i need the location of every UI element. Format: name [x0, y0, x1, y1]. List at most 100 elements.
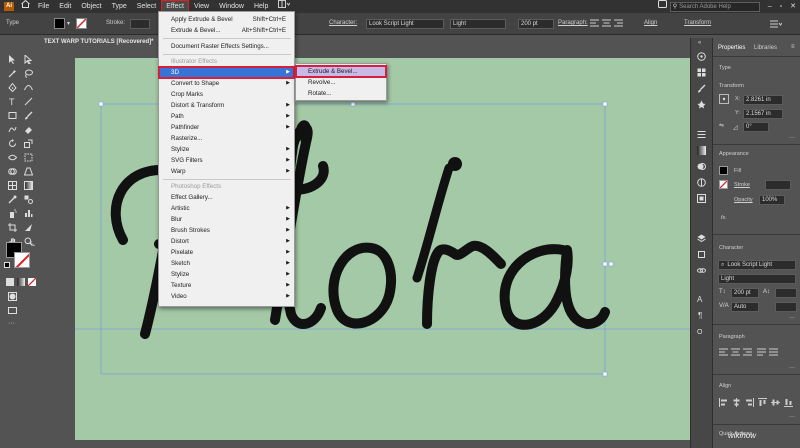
stroke-appearance-swatch[interactable] [719, 180, 728, 189]
paragraph-label[interactable]: Paragraph: [558, 20, 588, 26]
eraser-tool-icon[interactable] [24, 125, 33, 134]
stroke-color-swatch[interactable] [14, 252, 30, 268]
perspective-grid-tool-icon[interactable] [24, 167, 33, 176]
flip-horizontal-icon[interactable]: ⇋ [719, 122, 724, 129]
menu-item-brush-strokes[interactable]: Brush Strokes ▶ [159, 225, 294, 236]
opacity-label[interactable]: Opacity [734, 197, 753, 203]
more-align-options-icon[interactable]: ··· [789, 414, 795, 420]
align-center-icon[interactable] [602, 19, 611, 28]
close-button[interactable]: ✕ [786, 0, 800, 13]
paintbrush-tool-icon[interactable] [24, 111, 33, 120]
tab-properties[interactable]: Properties [718, 45, 745, 51]
stroke-label[interactable]: Stroke [734, 182, 750, 188]
paragraph-align-left-icon[interactable] [719, 348, 728, 357]
paragraph-justify-icon[interactable] [757, 348, 766, 357]
magic-wand-tool-icon[interactable] [8, 69, 17, 78]
menu-item-blur[interactable]: Blur ▶ [159, 214, 294, 225]
layers-panel-icon[interactable] [697, 234, 706, 243]
menu-item-video[interactable]: Video ▶ [159, 291, 294, 302]
menu-item-convert-to-shape[interactable]: Convert to Shape ▶ [159, 78, 294, 89]
paragraph-panel-icon[interactable]: ¶ [697, 310, 706, 320]
menu-select[interactable]: Select [132, 0, 161, 13]
blend-tool-icon[interactable] [24, 195, 33, 204]
menu-object[interactable]: Object [76, 0, 106, 13]
more-paragraph-options-icon[interactable]: ··· [789, 365, 795, 371]
swatches-panel-icon[interactable] [697, 68, 706, 77]
tracking-input[interactable] [775, 302, 797, 312]
symbols-panel-icon[interactable] [697, 100, 706, 109]
submenu-item-revolve[interactable]: Revolve... [296, 77, 386, 88]
menu-item-sketch[interactable]: Sketch ▶ [159, 258, 294, 269]
menu-item-pathfinder[interactable]: Pathfinder ▶ [159, 122, 294, 133]
curvature-tool-icon[interactable] [24, 83, 33, 92]
font-size-field[interactable]: 200 pt [518, 19, 554, 29]
menu-home-icon[interactable] [18, 0, 33, 13]
font-family-field[interactable]: Look Script Light [366, 19, 444, 29]
type-tool-icon[interactable]: T [8, 97, 17, 106]
rotation-field[interactable]: 0° [743, 122, 769, 132]
more-options-icon[interactable]: ··· [789, 135, 795, 141]
gradient-panel-icon[interactable] [697, 146, 706, 155]
menu-item-path[interactable]: Path ▶ [159, 111, 294, 122]
menu-item-extrude-bevel[interactable]: Extrude & Bevel... Alt+Shift+Ctrl+E [159, 25, 294, 36]
menu-item-document-raster-effects-settings[interactable]: Document Raster Effects Settings... [159, 41, 294, 52]
menu-item-distort-transform[interactable]: Distort & Transform ▶ [159, 100, 294, 111]
share-icon[interactable] [655, 0, 670, 13]
screen-mode-icon[interactable] [8, 306, 17, 315]
character-panel-icon[interactable]: A [697, 294, 706, 304]
font-style-field[interactable]: Light [450, 19, 506, 29]
menu-item-pixelate[interactable]: Pixelate ▶ [159, 247, 294, 258]
collapse-panels-icon[interactable]: « [698, 40, 701, 46]
panel-menu-icon[interactable]: ≡ [791, 44, 795, 50]
fill-dropdown-icon[interactable]: ▾ [67, 20, 70, 27]
default-colors-icon[interactable] [4, 262, 10, 268]
column-graph-tool-icon[interactable] [24, 209, 33, 218]
fill-appearance-swatch[interactable] [719, 166, 728, 175]
x-position-field[interactable]: 2.8261 in [743, 95, 783, 105]
rotate-tool-icon[interactable] [8, 139, 17, 148]
edit-toolbar-icon[interactable]: ··· [8, 320, 15, 327]
menu-item-3d[interactable]: 3D ▶ [158, 66, 295, 79]
paragraph-align-right-icon[interactable] [743, 348, 752, 357]
none-mode-icon[interactable] [28, 278, 36, 286]
align-objects-icons[interactable] [719, 398, 797, 407]
menu-item-crop-marks[interactable]: Crop Marks [159, 89, 294, 100]
mesh-tool-icon[interactable] [8, 181, 17, 190]
menu-item-texture[interactable]: Texture ▶ [159, 280, 294, 291]
menu-item-rasterize[interactable]: Rasterize... [159, 133, 294, 144]
symbol-sprayer-tool-icon[interactable] [8, 209, 17, 218]
character-label[interactable]: Character: [329, 20, 357, 26]
width-tool-icon[interactable] [8, 153, 17, 162]
stroke-weight-field[interactable] [130, 19, 150, 29]
search-input[interactable]: ⚲ Search Adobe Help [669, 1, 760, 12]
artboards-panel-icon[interactable] [697, 250, 706, 259]
links-panel-icon[interactable] [697, 266, 706, 275]
scale-tool-icon[interactable] [24, 139, 33, 148]
menu-item-apply-extrude-bevel[interactable]: Apply Extrude & Bevel Shift+Ctrl+E [159, 14, 294, 25]
minimize-button[interactable]: – [764, 0, 776, 13]
fill-swatch[interactable] [54, 18, 65, 29]
maximize-button[interactable]: ▫ [776, 0, 786, 13]
menu-item-stylize[interactable]: Stylize ▶ [159, 144, 294, 155]
align-right-icon[interactable] [614, 19, 623, 28]
menu-item-distort[interactable]: Distort ▶ [159, 236, 294, 247]
draw-mode-icon[interactable] [8, 292, 17, 301]
appearance-panel-icon[interactable] [697, 178, 706, 187]
align-label[interactable]: Align [644, 20, 657, 26]
font-size-input[interactable]: 200 pt [731, 288, 759, 298]
kerning-input[interactable]: Auto [731, 302, 759, 312]
free-transform-tool-icon[interactable] [24, 153, 33, 162]
paragraph-justify-all-icon[interactable] [769, 348, 778, 357]
stroke-swatch[interactable] [76, 18, 87, 29]
gradient-tool-icon[interactable] [24, 181, 33, 190]
transform-label[interactable]: Transform [684, 20, 711, 26]
y-position-field[interactable]: 2.1567 in [743, 109, 783, 119]
submenu-item-rotate[interactable]: Rotate... [296, 88, 386, 99]
pen-tool-icon[interactable] [8, 83, 17, 92]
reference-point-icon[interactable] [719, 94, 729, 104]
shaper-tool-icon[interactable] [8, 125, 17, 134]
menu-item-effect-gallery[interactable]: Effect Gallery... [159, 192, 294, 203]
eyedropper-tool-icon[interactable] [8, 195, 17, 204]
slice-tool-icon[interactable] [24, 223, 33, 232]
selection-tool-icon[interactable] [8, 55, 17, 64]
